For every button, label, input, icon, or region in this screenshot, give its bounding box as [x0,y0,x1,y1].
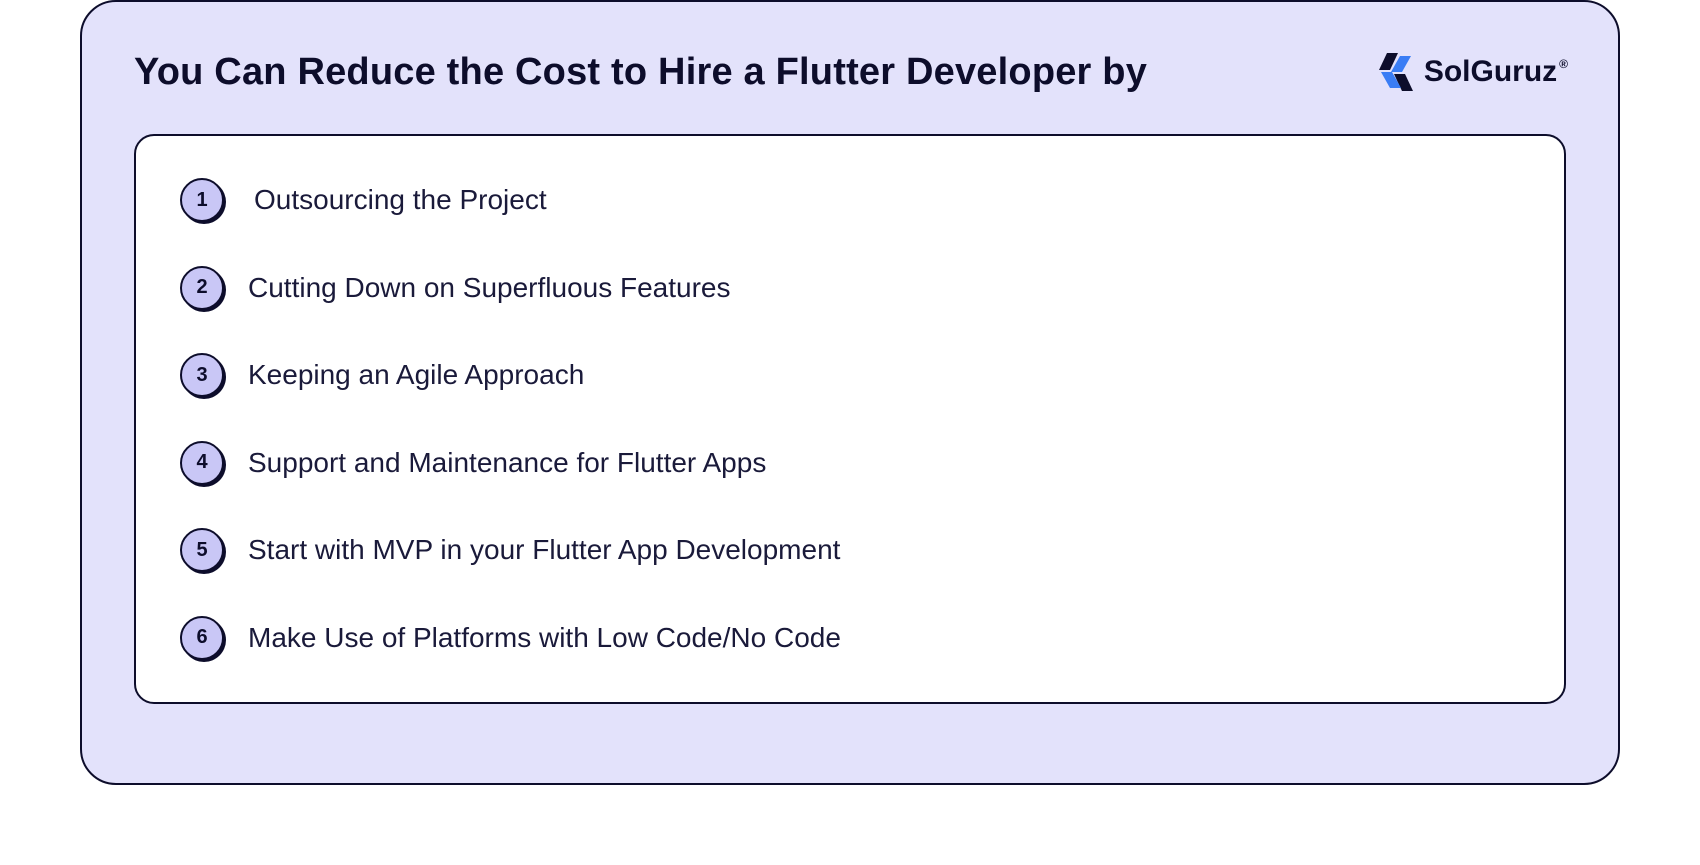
info-card: You Can Reduce the Cost to Hire a Flutte… [80,0,1620,785]
step-text: Cutting Down on Superfluous Features [248,272,731,304]
step-number-badge: 1 [180,178,224,222]
step-text: Make Use of Platforms with Low Code/No C… [248,622,841,654]
card-title: You Can Reduce the Cost to Hire a Flutte… [134,51,1147,94]
step-text: Support and Maintenance for Flutter Apps [248,447,766,479]
list-item: 5 Start with MVP in your Flutter App Dev… [180,528,1520,572]
step-number-badge: 4 [180,441,224,485]
list-item: 2 Cutting Down on Superfluous Features [180,266,1520,310]
brand-name: SolGuruz [1424,55,1557,88]
brand-logo-icon [1376,50,1416,94]
brand-logo: SolGuruz® [1376,50,1566,94]
step-text: Start with MVP in your Flutter App Devel… [248,534,840,566]
header-row: You Can Reduce the Cost to Hire a Flutte… [134,50,1566,94]
step-text: Outsourcing the Project [254,184,547,216]
registered-mark: ® [1559,57,1568,71]
list-item: 6 Make Use of Platforms with Low Code/No… [180,616,1520,660]
list-item: 3 Keeping an Agile Approach [180,353,1520,397]
step-number-badge: 6 [180,616,224,660]
step-number-badge: 3 [180,353,224,397]
list-item: 1 Outsourcing the Project [180,178,1520,222]
list-item: 4 Support and Maintenance for Flutter Ap… [180,441,1520,485]
step-text: Keeping an Agile Approach [248,359,584,391]
list-panel: 1 Outsourcing the Project 2 Cutting Down… [134,134,1566,704]
step-number-badge: 5 [180,528,224,572]
brand-logo-text: SolGuruz® [1424,55,1566,89]
step-number-badge: 2 [180,266,224,310]
